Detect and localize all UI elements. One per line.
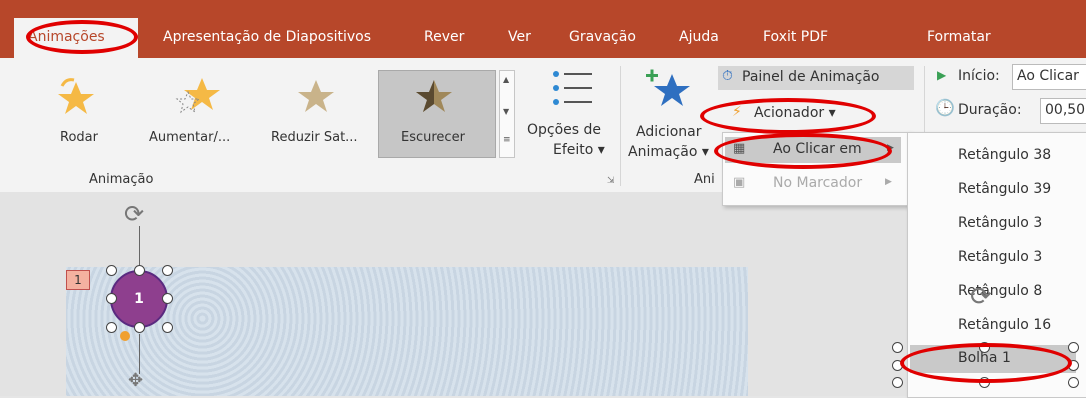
resize-handle[interactable] [1068, 377, 1079, 388]
resize-handle[interactable] [892, 377, 903, 388]
spin-star-icon [58, 78, 94, 114]
highlight-oval-tab [26, 20, 138, 54]
duration-label: Duração: [958, 102, 1022, 118]
tab-foxit-pdf[interactable]: Foxit PDF [763, 22, 828, 52]
duration-clock-icon: 🕒 [935, 98, 955, 117]
start-label: Início: [958, 68, 1000, 84]
resize-handle[interactable] [106, 293, 117, 304]
start-play-icon: ▶ [937, 68, 947, 82]
shape-item[interactable]: Retângulo 3 [958, 249, 1042, 265]
animation-order-badge[interactable]: 1 [66, 270, 90, 290]
duration-input[interactable]: 00,50 [1040, 98, 1086, 124]
tab-ver[interactable]: Ver [508, 22, 531, 52]
animation-pane-label: Painel de Animação [742, 69, 880, 85]
resize-handle[interactable] [162, 322, 173, 333]
bookmark-icon: ▣ [733, 175, 746, 190]
duration-value: 00,50 [1045, 102, 1086, 118]
darken-star-icon [416, 80, 452, 112]
resize-handle[interactable] [106, 322, 117, 333]
scroll-down-icon[interactable]: ▼ [503, 107, 509, 116]
resize-handle[interactable] [162, 265, 173, 276]
bubble-shape[interactable]: 1 [110, 270, 168, 328]
resize-handle[interactable] [134, 322, 145, 333]
start-select[interactable]: Ao Clicar [1012, 64, 1086, 90]
resize-handle[interactable] [892, 342, 903, 353]
resize-handle[interactable] [106, 265, 117, 276]
effect-rodar[interactable]: Rodar [60, 130, 98, 145]
gallery-scroll[interactable]: ▲ ▼ ≡ [499, 70, 515, 158]
effect-options-line2[interactable]: Efeito ▾ [553, 142, 605, 158]
connector-line [139, 334, 140, 374]
menu-item-on-bookmark[interactable]: ▣ No Marcador ▶ [725, 171, 901, 197]
gallery-more-icon[interactable]: ≡ [503, 135, 511, 145]
effect-reduzir-sat[interactable]: Reduzir Sat... [271, 130, 358, 145]
shape-item[interactable]: Retângulo 38 [958, 147, 1051, 163]
group-separator [620, 66, 621, 186]
animation-pane-button[interactable]: ⏱ Painel de Animação [718, 66, 914, 90]
highlight-oval-on-click [714, 133, 892, 169]
add-animation-line1[interactable]: Adicionar [636, 124, 701, 140]
tab-ajuda[interactable]: Ajuda [679, 22, 719, 52]
tab-apresentacao[interactable]: Apresentação de Diapositivos [163, 22, 371, 52]
grow-shrink-star-icon [175, 78, 220, 114]
rotate-handle-icon[interactable]: ⟳ [124, 200, 144, 228]
effect-aumentar[interactable]: Aumentar/... [149, 130, 230, 145]
resize-handle[interactable] [1068, 342, 1079, 353]
animation-group-label: Animação [89, 172, 154, 187]
highlight-oval-trigger [700, 98, 876, 134]
on-bookmark-label: No Marcador [773, 175, 863, 191]
rotate-handle-icon[interactable]: ⟳ [970, 282, 992, 312]
resize-handle[interactable] [134, 265, 145, 276]
add-animation-line2[interactable]: Animação ▾ [628, 144, 709, 160]
dialog-launcher-icon[interactable]: ⇲ [607, 176, 615, 186]
rotate-handle-line [139, 226, 140, 266]
resize-handle[interactable] [162, 293, 173, 304]
move-arrows-icon[interactable]: ✥ [128, 370, 143, 391]
desaturate-star-icon [298, 80, 334, 112]
adjust-handle[interactable] [120, 331, 130, 341]
scroll-up-icon[interactable]: ▲ [503, 75, 509, 84]
animation-pane-icon: ⏱ [722, 68, 733, 84]
tab-formatar[interactable]: Formatar [927, 22, 991, 52]
submenu-arrow-icon: ▶ [885, 177, 892, 187]
shape-item[interactable]: Retângulo 16 [958, 317, 1051, 333]
effect-options-icon [553, 71, 592, 105]
shape-item[interactable]: Retângulo 3 [958, 215, 1042, 231]
effect-escurecer[interactable]: Escurecer [401, 130, 465, 145]
ribbon-tab-bar: Animações Apresentação de Diapositivos R… [0, 0, 1086, 58]
shape-item[interactable]: Retângulo 39 [958, 181, 1051, 197]
add-animation-star-icon [646, 69, 690, 106]
advanced-group-label: Ani [694, 172, 715, 187]
highlight-oval-bolha [900, 343, 1072, 383]
tab-rever[interactable]: Rever [424, 22, 464, 52]
effect-options-line1[interactable]: Opções de [527, 122, 601, 138]
start-value: Ao Clicar [1017, 68, 1079, 84]
tab-gravacao[interactable]: Gravação [569, 22, 636, 52]
